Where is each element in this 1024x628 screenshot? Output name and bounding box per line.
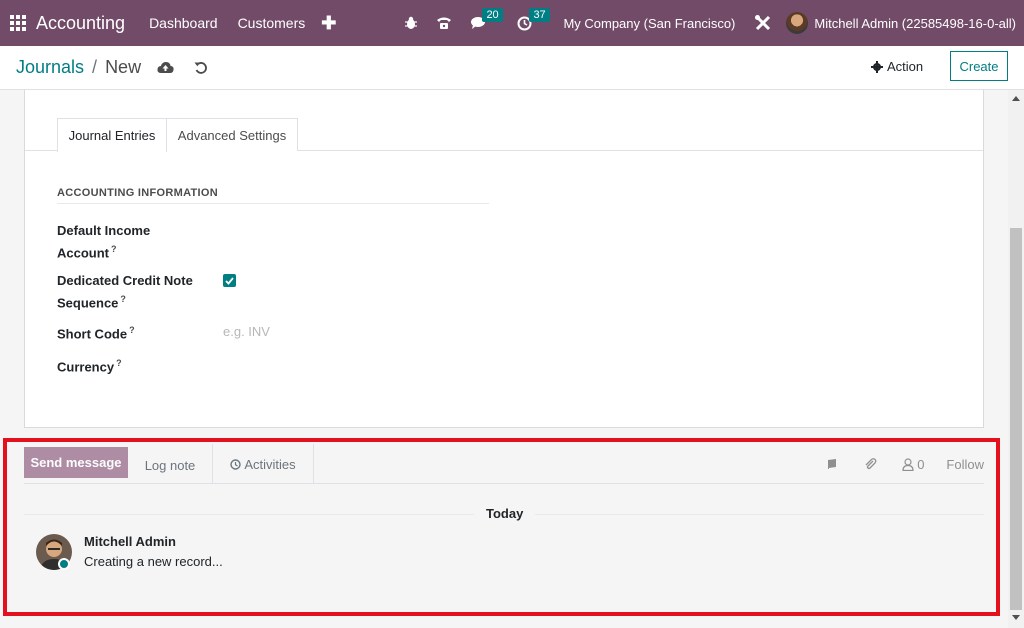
vertical-scrollbar[interactable] [1008, 90, 1024, 628]
paperclip-icon[interactable] [863, 457, 880, 471]
phone-icon[interactable] [436, 16, 452, 30]
log-note-button[interactable]: Log note [128, 447, 212, 484]
notebook-tabs: Journal Entries Advanced Settings [25, 118, 983, 152]
follow-button[interactable]: Follow [946, 457, 984, 472]
online-status-dot [58, 558, 70, 570]
user-avatar [786, 12, 809, 34]
chatter-topbar: Send message Log note Activities 0 Follo… [24, 444, 984, 484]
action-menu-button[interactable]: Action [871, 59, 923, 74]
send-message-button[interactable]: Send message [24, 447, 128, 478]
chatter-actions: 0 Follow [804, 444, 984, 484]
followers-count: 0 [917, 456, 925, 472]
breadcrumb-separator: / [92, 57, 98, 77]
help-mark[interactable]: ? [129, 325, 135, 335]
clock-icon [230, 458, 242, 470]
app-name[interactable]: Accounting [36, 13, 125, 34]
top-navbar: Accounting Dashboard Customers ✚ 20 37 M… [0, 0, 1024, 46]
menu-customers[interactable]: Customers [238, 15, 306, 31]
quick-create-plus-icon[interactable]: ✚ [321, 13, 336, 34]
breadcrumb-journals[interactable]: Journals [16, 57, 84, 78]
action-label: Action [887, 59, 924, 74]
user-name: Mitchell Admin (22585498-16-0-all) [814, 15, 1016, 31]
messages-icon[interactable]: 20 [470, 8, 503, 30]
company-switcher[interactable]: My Company (San Francisco) [563, 16, 735, 31]
debug-bug-icon[interactable] [404, 16, 418, 30]
gear-icon [871, 60, 883, 73]
help-mark[interactable]: ? [120, 294, 126, 304]
scroll-up-arrow[interactable] [1012, 96, 1020, 101]
breadcrumb: Journals / New [16, 57, 141, 78]
short-code-input[interactable]: e.g. INV [223, 324, 270, 339]
followers-button[interactable]: 0 [902, 457, 924, 472]
help-mark[interactable]: ? [116, 358, 122, 368]
user-icon [902, 457, 914, 471]
save-cloud-icon[interactable] [157, 61, 174, 74]
discard-undo-icon[interactable] [194, 61, 208, 75]
breadcrumb-current: New [105, 57, 142, 77]
activities-count-badge: 37 [529, 7, 550, 22]
label-dedicated-credit-note-sequence: Dedicated Credit Note Sequence? [57, 273, 193, 311]
scroll-thumb[interactable] [1010, 228, 1022, 610]
book-icon[interactable] [826, 458, 841, 470]
activities-button[interactable]: Activities [212, 444, 314, 484]
tab-journal-entries[interactable]: Journal Entries [57, 118, 167, 152]
chatter: Send message Log note Activities 0 Follo… [24, 444, 984, 628]
label-short-code: Short Code? [57, 325, 135, 342]
tools-icon[interactable] [754, 14, 772, 32]
message-author[interactable]: Mitchell Admin [84, 534, 176, 549]
tab-advanced-settings[interactable]: Advanced Settings [167, 118, 298, 151]
section-accounting-information: ACCOUNTING INFORMATION [57, 187, 489, 204]
label-currency: Currency? [57, 358, 122, 375]
menu-dashboard[interactable]: Dashboard [149, 15, 218, 31]
dedicated-credit-note-checkbox[interactable] [223, 274, 236, 287]
form-sheet: Journal Entries Advanced Settings ACCOUN… [24, 90, 984, 428]
user-menu[interactable]: Mitchell Admin (22585498-16-0-all) [786, 12, 1016, 34]
form-view: Journal Entries Advanced Settings ACCOUN… [0, 90, 1008, 628]
messages-count-badge: 20 [482, 8, 503, 22]
create-button[interactable]: Create [950, 51, 1008, 81]
scroll-down-arrow[interactable] [1012, 615, 1020, 620]
activities-label: Activities [244, 456, 296, 472]
activities-clock-icon[interactable]: 37 [517, 7, 550, 31]
apps-menu-icon[interactable] [0, 0, 36, 46]
control-panel: Journals / New Action Create [0, 46, 1024, 90]
help-mark[interactable]: ? [111, 244, 117, 254]
label-default-income-account: Default Income Account? [57, 223, 151, 261]
message-body: Creating a new record... [84, 554, 223, 569]
date-separator: Today [474, 506, 536, 521]
